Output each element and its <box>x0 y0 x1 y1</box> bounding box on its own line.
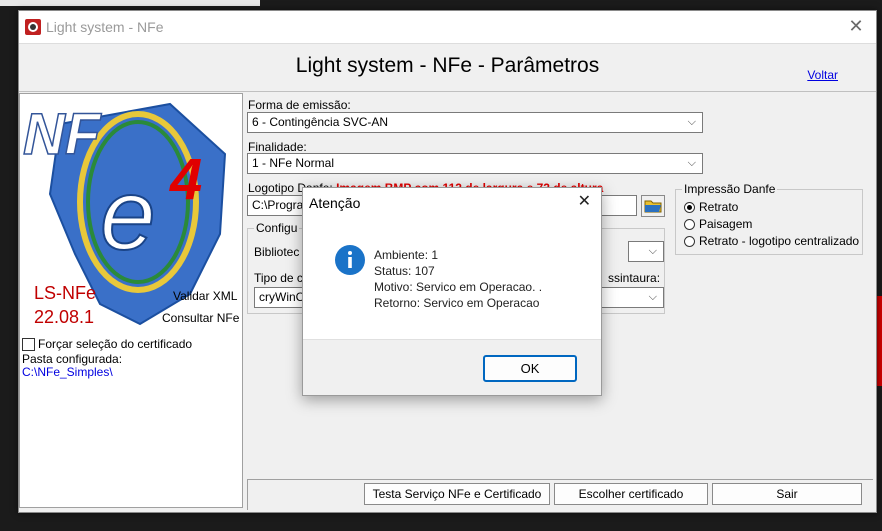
chevron-down-icon: ⌵ <box>648 245 657 257</box>
radio-retrato-centralizado[interactable]: Retrato - logotipo centralizado <box>684 234 859 248</box>
assinatura-value: cryWinC <box>259 290 305 304</box>
window-title: Light system - NFe <box>46 19 164 35</box>
background-strip <box>0 0 260 6</box>
folder-label: Pasta configurada: <box>22 352 123 366</box>
info-icon <box>335 245 365 275</box>
logo-nf-text: NF <box>23 102 102 167</box>
radio-icon[interactable] <box>684 235 695 247</box>
radio-retrato[interactable]: Retrato <box>684 200 738 214</box>
emissao-select[interactable]: 6 - Contingência SVC-AN ⌵ <box>247 112 703 133</box>
danfe-group-title: Impressão Danfe <box>682 182 778 196</box>
page-header: Light system - NFe - Parâmetros Voltar <box>19 44 876 92</box>
msg-retorno: Retorno: Servico em Operacao <box>374 296 540 310</box>
chevron-down-icon: ⌵ <box>648 291 657 303</box>
left-panel: NF e 4 LS-NFe 22.08.1 Validar XML Consul… <box>19 93 243 508</box>
finalidade-value: 1 - NFe Normal <box>252 156 335 170</box>
msg-motivo: Motivo: Servico em Operacao. . <box>374 280 543 294</box>
chevron-down-icon: ⌵ <box>687 157 696 169</box>
logo-product-name: LS-NFe <box>34 283 96 303</box>
title-bar[interactable]: Light system - NFe ✕ <box>19 11 876 44</box>
dialog-body: Ambiente: 1 Status: 107 Motivo: Servico … <box>303 220 601 339</box>
force-cert-label: Forçar seleção do certificado <box>38 337 193 351</box>
logo-version-digit: 4 <box>169 147 202 212</box>
dialog-footer: OK <box>303 339 601 395</box>
assinatura-label: ssintaura: <box>608 271 661 285</box>
folder-icon <box>644 200 662 213</box>
biblioteca-label: Bibliotec <box>254 245 300 259</box>
folder-value: C:\NFe_Simples\ <box>22 365 113 379</box>
page-title: Light system - NFe - Parâmetros <box>295 54 600 77</box>
dialog-message: Ambiente: 1 Status: 107 Motivo: Servico … <box>374 247 542 311</box>
danfe-print-group: Impressão Danfe Retrato Paisagem Retrato… <box>675 182 863 255</box>
dialog-close-icon[interactable]: ✕ <box>578 191 591 211</box>
test-service-button[interactable]: Testa Serviço NFe e Certificado <box>364 483 550 505</box>
chevron-down-icon: ⌵ <box>687 116 696 128</box>
browse-folder-button[interactable] <box>641 195 665 217</box>
msg-status: Status: 107 <box>374 264 435 278</box>
validate-xml-link[interactable]: Validar XML <box>173 289 238 303</box>
app-icon <box>25 19 41 35</box>
radio-paisagem[interactable]: Paisagem <box>684 217 752 231</box>
msg-ambiente: Ambiente: 1 <box>374 248 439 262</box>
tipo-label: Tipo de c <box>254 271 303 285</box>
window-close-icon[interactable]: ✕ <box>844 14 868 38</box>
dialog-title: Atenção <box>309 195 361 211</box>
radio-centralizado-label: Retrato - logotipo centralizado <box>699 234 860 248</box>
finalidade-label: Finalidade: <box>248 140 307 154</box>
consult-nfe-link[interactable]: Consultar NFe <box>162 311 240 325</box>
choose-cert-button[interactable]: Escolher certificado <box>554 483 708 505</box>
svg-text:e: e <box>100 159 156 271</box>
logo-version: 22.08.1 <box>34 307 94 327</box>
attention-dialog: Atenção ✕ Ambiente: 1 Status: 107 Motivo… <box>302 187 602 396</box>
emissao-label: Forma de emissão: <box>248 98 351 112</box>
radio-selected-icon[interactable] <box>684 201 695 213</box>
emissao-value: 6 - Contingência SVC-AN <box>252 115 389 129</box>
radio-paisagem-label: Paisagem <box>699 217 753 231</box>
nfe-logo: NF e 4 LS-NFe 22.08.1 Validar XML Consul… <box>22 101 240 327</box>
config-group-title: Configu <box>254 221 300 235</box>
ok-button[interactable]: OK <box>483 355 577 382</box>
radio-icon[interactable] <box>684 218 695 230</box>
force-cert-checkbox[interactable]: Forçar seleção do certificado <box>22 337 192 351</box>
biblioteca-select[interactable]: ⌵ <box>628 241 664 262</box>
back-link[interactable]: Voltar <box>807 68 838 82</box>
exit-button[interactable]: Sair <box>712 483 862 505</box>
radio-retrato-label: Retrato <box>699 200 739 214</box>
finalidade-select[interactable]: 1 - NFe Normal ⌵ <box>247 153 703 174</box>
checkbox-box[interactable] <box>22 337 35 351</box>
